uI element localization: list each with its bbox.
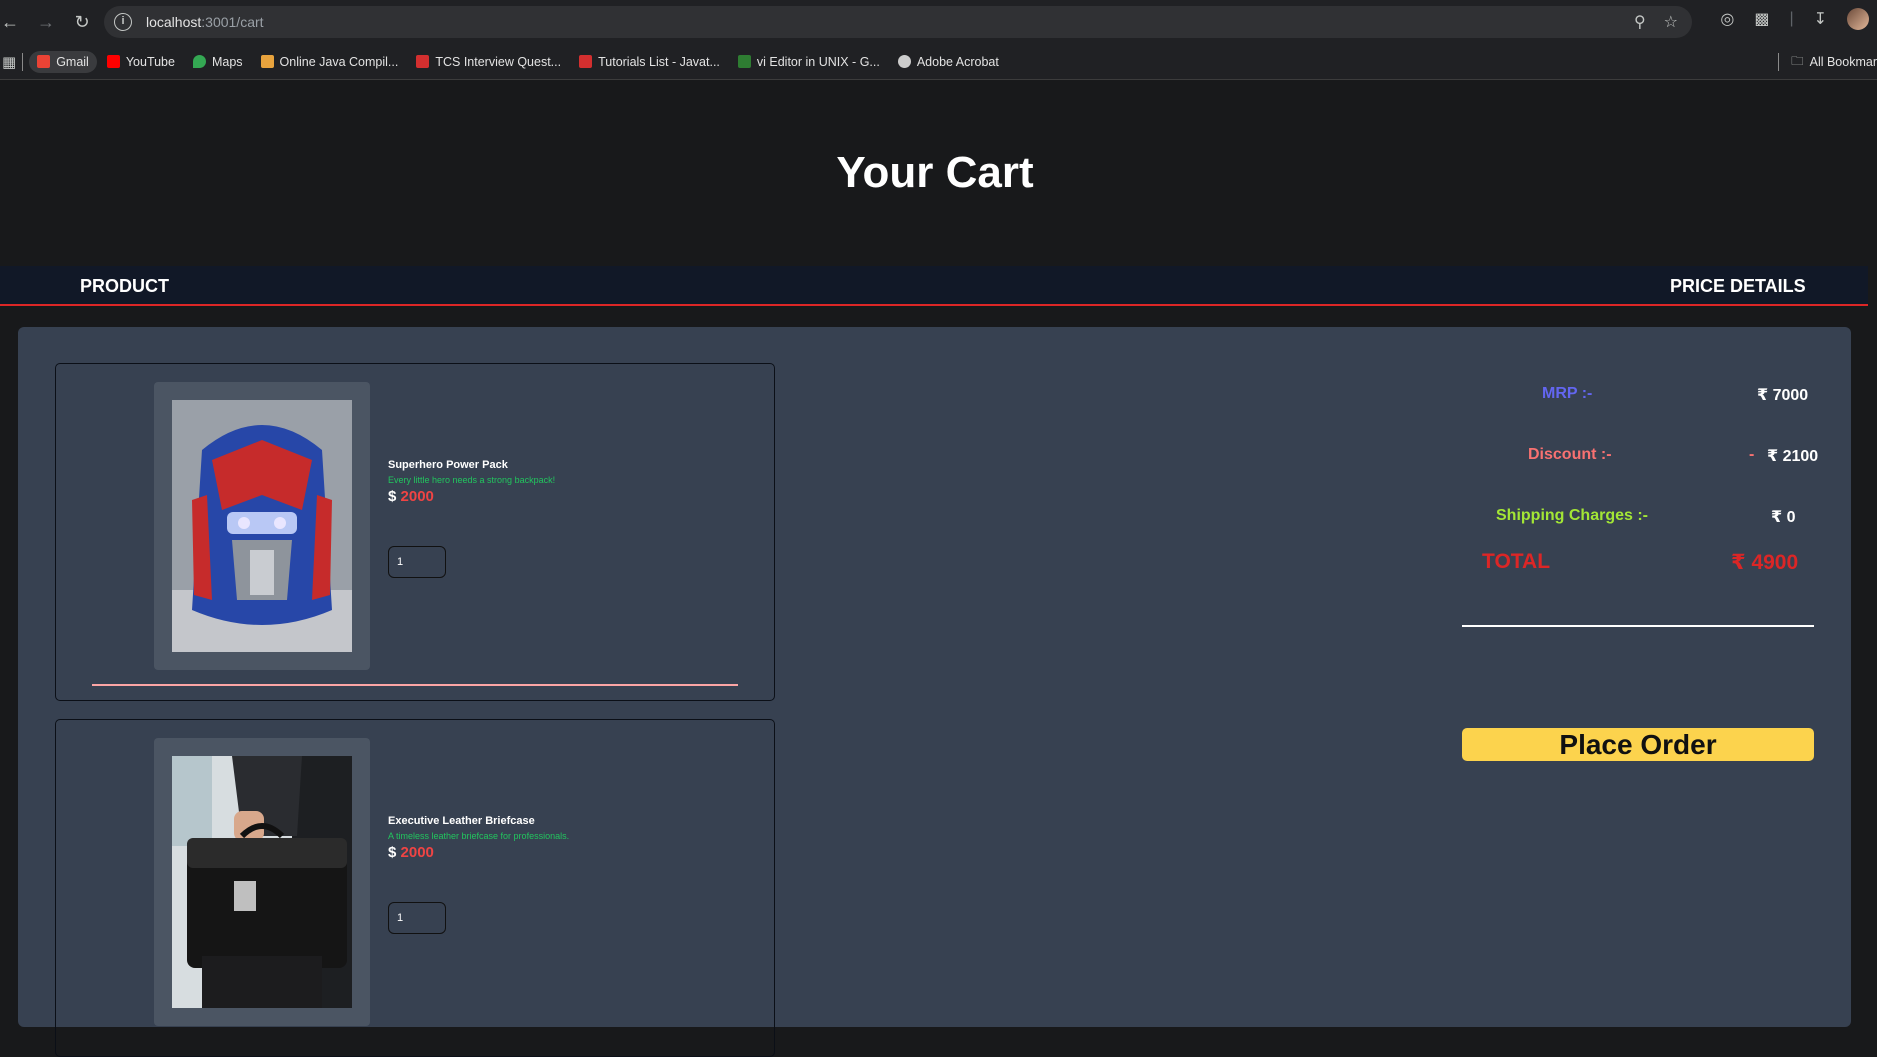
browser-toolbar: ← → ↻ i localhost:3001/cart ⚲ ☆ ◎ ▩ | ↧	[0, 0, 1877, 44]
bookmark-tcs[interactable]: TCS Interview Quest...	[408, 51, 569, 73]
download-icon[interactable]: ↧	[1814, 9, 1827, 29]
cart-header-bar: PRODUCT PRICE DETAILS	[0, 266, 1868, 306]
bookmark-maps[interactable]: Maps	[185, 51, 251, 73]
quantity-input[interactable]: 1	[388, 546, 446, 578]
bookmark-star-icon[interactable]: ☆	[1664, 12, 1678, 32]
forward-arrow-icon[interactable]: →	[28, 4, 64, 40]
bookmark-java-compiler[interactable]: Online Java Compil...	[253, 51, 407, 73]
apps-grid-icon[interactable]: ▦	[2, 53, 16, 71]
product-image-frame	[154, 382, 370, 670]
bookmark-youtube[interactable]: YouTube	[99, 51, 183, 73]
reload-icon[interactable]: ↻	[64, 4, 100, 40]
product-image-frame	[154, 738, 370, 1026]
cart-page: Your Cart PRODUCT PRICE DETAILS Superher…	[0, 80, 1877, 1057]
divider	[92, 684, 738, 686]
java-compiler-icon	[260, 55, 274, 68]
gfg-icon	[737, 55, 751, 68]
youtube-icon	[106, 55, 120, 68]
maps-icon	[192, 55, 206, 68]
folder-icon: 🗀	[1791, 53, 1804, 68]
mrp-value: ₹ 7000	[1757, 387, 1809, 404]
discount-value: ₹ 2100	[1767, 448, 1819, 465]
total-label: TOTAL	[1482, 550, 1551, 573]
total-value: ₹ 4900	[1731, 551, 1799, 574]
bookmark-javatpoint[interactable]: Tutorials List - Javat...	[571, 51, 728, 73]
url-text[interactable]: localhost:3001/cart	[146, 14, 264, 30]
all-bookmarks[interactable]: 🗀 All Bookmar	[1756, 44, 1877, 80]
heart-icon	[416, 55, 430, 68]
heart-icon	[579, 55, 593, 68]
shipping-label: Shipping Charges :-	[1496, 507, 1648, 524]
address-bar[interactable]: i localhost:3001/cart ⚲ ☆	[104, 6, 1692, 38]
quantity-input[interactable]: 1	[388, 902, 446, 934]
product-description: A timeless leather briefcase for profess…	[388, 831, 570, 841]
bookmarks-bar: ▦ Gmail YouTube Maps Online Java Compil.…	[0, 44, 1877, 80]
product-header: PRODUCT	[80, 276, 169, 296]
discount-label: Discount :-	[1528, 446, 1612, 463]
cart-item: Executive Leather Briefcase A timeless l…	[55, 719, 775, 1057]
page-title: Your Cart	[836, 148, 1034, 197]
product-price: $ 2000	[388, 488, 434, 505]
extensions-icon[interactable]: ▩	[1754, 9, 1769, 29]
backpack-image	[172, 400, 352, 652]
gmail-icon	[37, 55, 51, 68]
site-info-icon[interactable]: i	[114, 13, 132, 31]
zoom-icon[interactable]: ⚲	[1634, 12, 1646, 32]
bookmark-vi-editor[interactable]: vi Editor in UNIX - G...	[730, 51, 888, 73]
cart-content: Superhero Power Pack Every little hero n…	[18, 327, 1851, 1057]
globe-icon	[897, 55, 911, 68]
bookmark-adobe[interactable]: Adobe Acrobat	[890, 51, 1007, 73]
product-description: Every little hero needs a strong backpac…	[388, 475, 556, 485]
lens-icon[interactable]: ◎	[1720, 9, 1734, 29]
briefcase-image	[172, 756, 352, 1008]
product-price: $ 2000	[388, 844, 434, 861]
mrp-label: MRP :-	[1542, 385, 1593, 402]
price-details-header: PRICE DETAILS	[1670, 276, 1806, 296]
bookmark-gmail[interactable]: Gmail	[29, 50, 97, 73]
discount-sign: -	[1749, 446, 1755, 463]
back-arrow-icon[interactable]: ←	[0, 4, 28, 40]
place-order-button[interactable]: Place Order	[1462, 728, 1814, 761]
shipping-value: ₹ 0	[1771, 509, 1796, 526]
cart-item: Superhero Power Pack Every little hero n…	[55, 363, 775, 701]
product-name[interactable]: Superhero Power Pack	[388, 459, 508, 471]
profile-avatar[interactable]	[1847, 8, 1869, 30]
total-divider	[1462, 625, 1814, 627]
product-name[interactable]: Executive Leather Briefcase	[388, 815, 535, 827]
